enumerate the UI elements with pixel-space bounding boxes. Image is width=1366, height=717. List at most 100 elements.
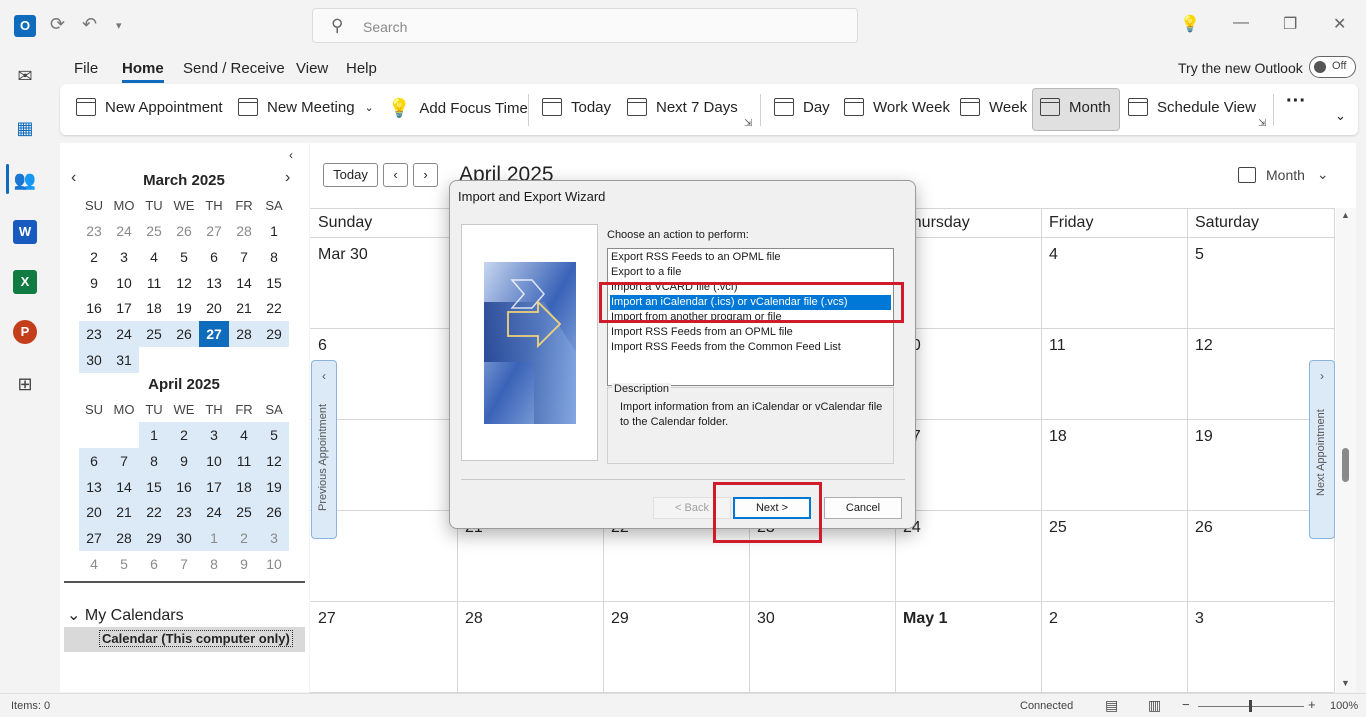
calendar-day-cell[interactable] <box>895 237 1041 328</box>
mini-cal-day[interactable]: 8 <box>259 244 289 270</box>
mini-cal-day[interactable]: 25 <box>229 499 259 526</box>
mini-cal-day[interactable]: 19 <box>169 295 199 321</box>
mini-cal-day[interactable]: 7 <box>109 447 139 474</box>
mini-cal-day[interactable]: 28 <box>109 525 139 552</box>
mini-cal-day[interactable]: 10 <box>259 551 289 577</box>
add-focus-time-button[interactable]: 💡 Add Focus Time <box>388 98 528 119</box>
day-view-button[interactable]: Day <box>774 98 830 116</box>
minimize-icon[interactable]: — <box>1233 14 1249 32</box>
mini-cal-day[interactable]: 4 <box>79 551 109 577</box>
today-button[interactable]: Today <box>542 98 611 116</box>
calendar-day-cell[interactable] <box>1041 601 1187 692</box>
more-apps-icon[interactable]: ⊞ <box>13 372 37 396</box>
next-appointment-tab[interactable]: › Next Appointment <box>1309 360 1335 539</box>
mini-cal-day[interactable]: 24 <box>199 499 229 526</box>
mini-cal-day[interactable]: 28 <box>229 321 259 348</box>
mini-cal-day[interactable]: 23 <box>79 321 109 348</box>
scroll-thumb[interactable] <box>1342 448 1349 482</box>
mini-cal-day[interactable]: 9 <box>169 447 199 474</box>
mini-cal-day[interactable]: 17 <box>199 473 229 500</box>
arrange-launcher-icon[interactable]: ⇲ <box>1258 118 1266 129</box>
work-week-view-button[interactable]: Work Week <box>844 98 950 116</box>
mini-cal-day[interactable]: 4 <box>229 422 259 448</box>
mini-cal-day[interactable]: 9 <box>79 270 109 296</box>
mini-cal-day[interactable]: 30 <box>79 347 109 373</box>
undo-icon[interactable]: ↶ <box>82 14 97 35</box>
view-selector[interactable]: Month ⌄ <box>1238 166 1329 183</box>
mini-cal-day[interactable]: 2 <box>169 422 199 448</box>
mini-cal-day[interactable]: 19 <box>259 473 289 500</box>
mini-cal-day[interactable]: 6 <box>199 244 229 270</box>
mini-cal-day[interactable]: 21 <box>109 499 139 526</box>
calendar-icon[interactable]: ▦ <box>13 116 37 140</box>
mini-cal-day[interactable]: 13 <box>79 473 109 500</box>
mini-cal-day[interactable]: 14 <box>229 270 259 296</box>
calendar-day-cell[interactable] <box>1187 601 1334 692</box>
mini-cal-day[interactable]: 23 <box>169 499 199 526</box>
mini-cal-day[interactable]: 26 <box>259 499 289 526</box>
mini-cal-day[interactable]: 23 <box>79 218 109 244</box>
mini-cal-day[interactable]: 1 <box>139 422 169 448</box>
action-option[interactable]: Import RSS Feeds from an OPML file <box>610 325 891 340</box>
calendar-day-cell[interactable] <box>1041 237 1187 328</box>
word-icon[interactable]: W <box>13 220 37 244</box>
mini-cal-day[interactable]: 20 <box>199 295 229 321</box>
mini-cal-day[interactable]: 28 <box>229 218 259 244</box>
collapse-pane-icon[interactable]: ‹ <box>289 148 293 162</box>
mini-cal-day[interactable]: 8 <box>199 551 229 577</box>
mini-cal-day[interactable]: 5 <box>169 244 199 270</box>
menu-help[interactable]: Help <box>346 60 377 77</box>
try-new-outlook-toggle[interactable]: Off <box>1309 56 1356 78</box>
cal-prev-button[interactable]: ‹ <box>383 163 408 187</box>
sync-icon[interactable]: ⟳ <box>50 14 65 35</box>
schedule-view-button[interactable]: Schedule View <box>1128 98 1256 116</box>
mini-cal-day[interactable]: 6 <box>79 447 109 474</box>
mini-cal-day[interactable]: 22 <box>139 499 169 526</box>
mini-cal-day[interactable]: 5 <box>109 551 139 577</box>
mini-cal-day[interactable]: 22 <box>259 295 289 321</box>
scroll-down-icon[interactable]: ▼ <box>1341 678 1350 688</box>
mini-cal-day[interactable]: 4 <box>139 244 169 270</box>
next-7-days-button[interactable]: Next 7 Days <box>627 98 738 116</box>
powerpoint-icon[interactable]: P <box>13 320 37 344</box>
excel-icon[interactable]: X <box>13 270 37 294</box>
zoom-out-icon[interactable]: − <box>1182 697 1190 712</box>
mini-cal-day[interactable]: 24 <box>109 321 139 348</box>
mini-cal-day[interactable]: 3 <box>109 244 139 270</box>
mini-cal-day[interactable]: 31 <box>109 347 139 373</box>
mini-cal-day[interactable]: 13 <box>199 270 229 296</box>
mini-cal-day[interactable]: 27 <box>199 321 229 348</box>
normal-view-icon[interactable]: ▤ <box>1105 697 1118 714</box>
mini-cal-day[interactable]: 6 <box>139 551 169 577</box>
mini-cal-day[interactable]: 7 <box>169 551 199 577</box>
mini-cal-day[interactable]: 18 <box>229 473 259 500</box>
scroll-up-icon[interactable]: ▲ <box>1341 210 1350 220</box>
mini-cal-day[interactable]: 26 <box>169 218 199 244</box>
mini-cal-day[interactable]: 7 <box>229 244 259 270</box>
action-option[interactable]: Import RSS Feeds from the Common Feed Li… <box>610 340 891 355</box>
mini-cal-day[interactable]: 12 <box>259 447 289 474</box>
mini-cal-day[interactable]: 2 <box>229 525 259 552</box>
more-options-button[interactable]: ··· <box>1286 90 1306 113</box>
mini-cal-day[interactable]: 8 <box>139 447 169 474</box>
mini-cal-day[interactable]: 5 <box>259 422 289 448</box>
mini-cal-day[interactable]: 2 <box>79 244 109 270</box>
restore-icon[interactable]: ❐ <box>1283 14 1297 34</box>
mini-cal-day[interactable]: 16 <box>79 295 109 321</box>
mini-cal-day[interactable]: 30 <box>169 525 199 552</box>
menu-home[interactable]: Home <box>122 60 164 83</box>
mini-cal-day[interactable]: 3 <box>259 525 289 552</box>
mini-cal-day[interactable]: 29 <box>259 321 289 348</box>
people-icon[interactable]: 👥 <box>13 168 37 192</box>
mini-cal-day[interactable]: 1 <box>259 218 289 244</box>
new-appointment-button[interactable]: New Appointment <box>76 98 223 116</box>
ribbon-expand-chevron-icon[interactable]: ⌄ <box>1335 108 1346 124</box>
mini-cal-day[interactable]: 25 <box>139 321 169 348</box>
zoom-in-icon[interactable]: + <box>1308 697 1316 712</box>
mini-cal-day[interactable]: 3 <box>199 422 229 448</box>
menu-send-receive[interactable]: Send / Receive <box>183 60 285 77</box>
mini-cal-day[interactable]: 15 <box>259 270 289 296</box>
menu-file[interactable]: File <box>74 60 98 77</box>
mini-cal-day[interactable]: 25 <box>139 218 169 244</box>
mini-cal-prev-icon[interactable]: ‹ <box>71 169 76 187</box>
